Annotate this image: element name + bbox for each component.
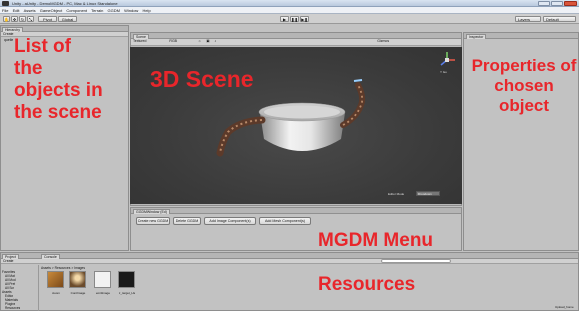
play-icon[interactable]: ▶	[280, 16, 289, 22]
lighting-icon[interactable]: ☼	[198, 39, 201, 43]
mgdm-tabstrip: GGDMWindow (Ed)	[131, 208, 461, 214]
hierarchy-annotation: List of the objects in the scene	[14, 36, 103, 123]
step-icon[interactable]: ▶❚	[300, 16, 309, 22]
minimize-button[interactable]	[538, 1, 550, 6]
audio-icon[interactable]: ♪	[215, 39, 217, 43]
asset-label: emitImage	[95, 291, 110, 295]
breadcrumb: Assets > Resources > Images	[41, 266, 85, 270]
create-ggdm-button[interactable]: Create new GGDM	[136, 217, 170, 225]
layout-dropdown[interactable]: Default	[543, 16, 576, 22]
rgb-dropdown[interactable]: RGB	[169, 39, 177, 43]
scene-status-label: Editor Mode	[388, 192, 405, 196]
window-title: Unity - aUnity - DemoMGDM - PC, Mac & Li…	[12, 1, 118, 6]
tab-mgdm[interactable]: GGDMWindow (Ed)	[133, 209, 170, 214]
asset-thumbnail[interactable]	[47, 271, 64, 288]
menu-component[interactable]: Component	[66, 7, 87, 13]
project-footer: Upload_home	[555, 305, 574, 309]
menu-gameobject[interactable]: GameObject	[40, 7, 62, 13]
asset-thumbnail[interactable]	[69, 271, 86, 288]
tab-inspector[interactable]: Inspector	[466, 34, 487, 39]
shading-dropdown[interactable]: Textured	[133, 39, 146, 43]
menu-ggdm[interactable]: GGDM	[108, 7, 120, 13]
asset-thumbnail[interactable]	[94, 271, 111, 288]
scene-gizmo-icon[interactable]	[438, 51, 456, 69]
move-tool-icon[interactable]: ✥	[11, 16, 18, 22]
hand-tool-icon[interactable]: ✋	[3, 16, 10, 22]
image-icon[interactable]: ▣	[206, 39, 209, 43]
toolbar: ✋ ✥ ↻ ⤡ Pivot Global ▶ ❚❚ ▶❚ Layers Defa…	[0, 14, 579, 24]
tree-item[interactable]: Resources	[5, 306, 20, 310]
asset-label: Aoom	[52, 291, 60, 295]
gizmo-label: Y Iso	[440, 70, 447, 74]
menu-edit[interactable]: Edit	[13, 7, 20, 13]
gizmos-dropdown[interactable]: Gizmos	[377, 39, 389, 43]
mgdm-annotation: MGDM Menu	[318, 230, 434, 251]
add-image-component-button[interactable]: Add Image Component(s)	[204, 217, 256, 225]
maximize-button[interactable]	[551, 1, 563, 6]
scene-annotation: 3D Scene	[150, 66, 254, 92]
project-create-button[interactable]: Create	[1, 259, 578, 264]
menu-bar: File Edit Assets GameObject Component Te…	[0, 7, 579, 14]
scene-status-dropdown[interactable]: Dropdown	[416, 191, 440, 196]
menu-file[interactable]: File	[2, 7, 8, 13]
menu-help[interactable]: Help	[142, 7, 150, 13]
asset-label: z_target_Hs	[118, 291, 136, 295]
inspector-annotation: Properties of chosen object	[471, 56, 577, 115]
global-toggle[interactable]: Global	[58, 16, 77, 22]
layers-dropdown[interactable]: Layers	[515, 16, 541, 22]
delete-ggdm-button[interactable]: Delete GGDM	[173, 217, 201, 225]
pause-icon[interactable]: ❚❚	[290, 16, 299, 22]
unity-logo-icon	[2, 1, 9, 6]
rotate-tool-icon[interactable]: ↻	[19, 16, 26, 22]
resources-annotation: Resources	[318, 274, 416, 295]
hierarchy-item[interactable]: quelle	[4, 38, 13, 42]
add-mesh-component-button[interactable]: Add Mesh Component(s)	[259, 217, 311, 225]
pivot-toggle[interactable]: Pivot	[38, 16, 57, 22]
asset-label: ContImage	[70, 291, 86, 295]
project-divider	[38, 265, 39, 311]
menu-terrain[interactable]: Terrain	[91, 7, 103, 13]
inspector-tabstrip: Inspector	[464, 33, 578, 39]
title-bar: Unity - aUnity - DemoMGDM - PC, Mac & Li…	[0, 0, 579, 7]
scene-toolbar: Textured RGB ☼ ▣ ♪ Gizmos	[131, 39, 461, 46]
menu-assets[interactable]: Assets	[24, 7, 36, 13]
asset-thumbnail[interactable]	[118, 271, 135, 288]
scale-tool-icon[interactable]: ⤡	[27, 16, 34, 22]
project-search-input[interactable]	[381, 259, 451, 263]
project-panel: Project Console Create Assets > Resource…	[0, 252, 579, 311]
close-button[interactable]	[564, 1, 577, 6]
menu-window[interactable]: Window	[124, 7, 138, 13]
